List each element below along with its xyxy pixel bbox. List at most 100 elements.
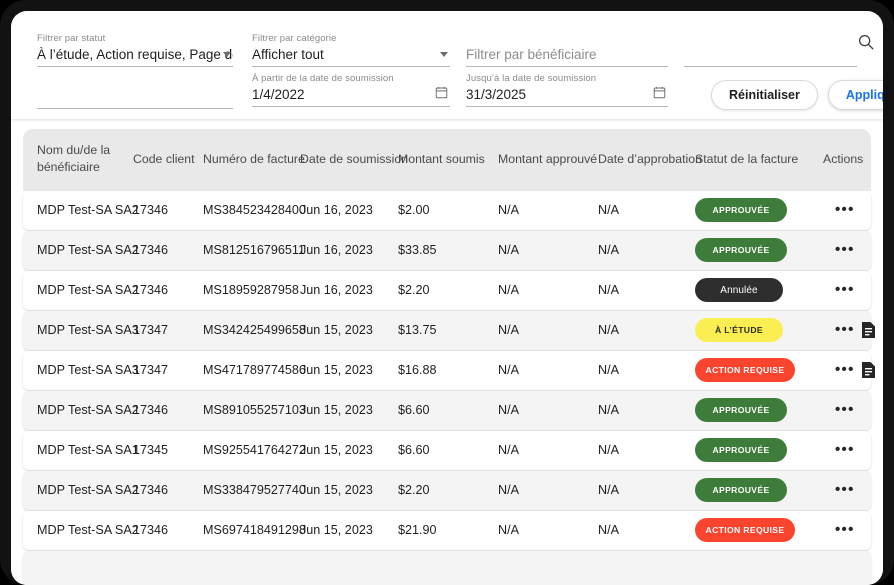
- status-badge[interactable]: Annulée: [695, 278, 783, 302]
- cell-submission-date: Jun 15, 2023: [300, 363, 373, 377]
- filter-panel: Filtrer par statut À l’étude, Action req…: [11, 11, 883, 119]
- cell-amount-approved: N/A: [498, 443, 519, 457]
- status-badge[interactable]: ACTION REQUISE: [695, 518, 795, 542]
- cell-client-code: 17347: [133, 323, 169, 337]
- cell-amount-approved: N/A: [498, 403, 519, 417]
- table-row[interactable]: MDP Test-SA SA2 17346 MS697418491298 Jun 15…: [23, 511, 871, 550]
- calendar-icon[interactable]: [653, 86, 666, 99]
- beneficiary-filter-input[interactable]: Filtrer par bénéficiaire: [466, 33, 668, 67]
- table-row[interactable]: MDP Test-SA SA3 17347 MS471789774586 Jun 15…: [23, 351, 875, 390]
- column-header-actions: Actions: [823, 152, 864, 166]
- cell-beneficiary-name: MDP Test-SA SA3: [37, 363, 139, 377]
- cell-invoice-number: MS384523428400: [203, 203, 306, 217]
- cell-approval-date: N/A: [598, 483, 619, 497]
- cell-beneficiary-name: MDP Test-SA SA2: [37, 523, 139, 537]
- cell-approval-date: N/A: [598, 323, 619, 337]
- cell-submission-date: Jun 16, 2023: [300, 243, 373, 257]
- apply-button[interactable]: Appliquer: [827, 80, 883, 110]
- cell-amount-submitted: $21.90: [398, 523, 437, 537]
- cell-invoice-number: MS891055257103: [203, 403, 306, 417]
- cell-amount-approved: N/A: [498, 243, 519, 257]
- reset-button[interactable]: Réinitialiser: [711, 80, 818, 110]
- cell-client-code: 17346: [133, 243, 169, 257]
- cell-amount-submitted: $16.88: [398, 363, 437, 377]
- table-row[interactable]: MDP Test-SA SA2 17346 MS18959287958 Jun 16,…: [23, 271, 871, 310]
- cell-amount-submitted: $2.20: [398, 283, 430, 297]
- cell-amount-approved: N/A: [498, 483, 519, 497]
- column-header-amount-submitted: Montant soumis: [398, 152, 485, 166]
- status-badge[interactable]: APPROUVÉE: [695, 438, 787, 462]
- date-from-field[interactable]: À partir de la date de soumission 1/4/20…: [252, 73, 450, 107]
- table-row[interactable]: [23, 551, 871, 585]
- cell-invoice-number: MS471789774586: [203, 363, 306, 377]
- date-from-label: À partir de la date de soumission: [252, 73, 394, 84]
- document-icon[interactable]: [861, 321, 876, 339]
- calendar-icon[interactable]: [435, 86, 448, 99]
- invoice-table: Nom du/de la bénéficiaire Code client Nu…: [11, 129, 883, 585]
- column-header-invoice-number: Numéro de facture: [203, 152, 305, 166]
- cell-submission-date: Jun 15, 2023: [300, 403, 373, 417]
- cell-approval-date: N/A: [598, 203, 619, 217]
- table-row[interactable]: MDP Test-SA SA1 17345 MS925541764272 Jun 15…: [23, 431, 871, 470]
- category-filter-select[interactable]: Filtrer par catégorie Afficher tout: [252, 33, 450, 67]
- beneficiary-filter-placeholder: Filtrer par bénéficiaire: [466, 47, 597, 62]
- status-badge[interactable]: APPROUVÉE: [695, 398, 787, 422]
- date-to-label: Jusqu’à la date de soumission: [466, 73, 597, 84]
- table-body: MDP Test-SA SA2 17346 MS384523428400 Jun 16…: [11, 191, 883, 585]
- search-icon[interactable]: [857, 33, 875, 51]
- status-badge[interactable]: ACTION REQUISE: [695, 358, 795, 382]
- search-input[interactable]: [684, 33, 857, 67]
- row-actions-menu-button[interactable]: •••: [835, 362, 855, 377]
- table-row[interactable]: MDP Test-SA SA2 17346 MS384523428400 Jun 16…: [23, 191, 871, 230]
- row-actions-menu-button[interactable]: •••: [835, 202, 855, 217]
- cell-amount-approved: N/A: [498, 323, 519, 337]
- cell-submission-date: Jun 15, 2023: [300, 323, 373, 337]
- cell-beneficiary-name: MDP Test-SA SA2: [37, 203, 139, 217]
- row-actions-menu-button[interactable]: •••: [835, 442, 855, 457]
- secondary-filter-input[interactable]: [37, 75, 233, 109]
- cell-client-code: 17347: [133, 363, 169, 377]
- status-badge[interactable]: APPROUVÉE: [695, 478, 787, 502]
- cell-beneficiary-name: MDP Test-SA SA1: [37, 443, 139, 457]
- row-actions-menu-button[interactable]: •••: [835, 402, 855, 417]
- cell-submission-date: Jun 15, 2023: [300, 483, 373, 497]
- row-actions-menu-button[interactable]: •••: [835, 242, 855, 257]
- cell-amount-approved: N/A: [498, 203, 519, 217]
- row-actions-menu-button[interactable]: •••: [835, 522, 855, 537]
- table-row[interactable]: MDP Test-SA SA2 17346 MS891055257103 Jun 15…: [23, 391, 871, 430]
- cell-invoice-number: MS338479527740: [203, 483, 306, 497]
- cell-submission-date: Jun 16, 2023: [300, 283, 373, 297]
- cell-client-code: 17346: [133, 203, 169, 217]
- cell-amount-approved: N/A: [498, 283, 519, 297]
- row-actions-menu-button[interactable]: •••: [835, 282, 855, 297]
- status-badge[interactable]: APPROUVÉE: [695, 198, 787, 222]
- table-header-row: Nom du/de la bénéficiaire Code client Nu…: [23, 129, 871, 191]
- column-header-amount-approved: Montant approuvé: [498, 152, 598, 166]
- column-header-beneficiary: Nom du/de la bénéficiaire: [37, 143, 111, 174]
- status-badge[interactable]: À L’ÉTUDE: [695, 318, 783, 342]
- row-actions-menu-button[interactable]: •••: [835, 482, 855, 497]
- cell-client-code: 17346: [133, 283, 169, 297]
- date-from-value: 1/4/2022: [252, 87, 305, 102]
- cell-approval-date: N/A: [598, 523, 619, 537]
- status-filter-select[interactable]: Filtrer par statut À l’étude, Action req…: [37, 33, 233, 67]
- cell-amount-submitted: $33.85: [398, 243, 437, 257]
- cell-invoice-number: MS697418491298: [203, 523, 306, 537]
- status-badge[interactable]: APPROUVÉE: [695, 238, 787, 262]
- table-row[interactable]: MDP Test-SA SA2 17346 MS812516796511 Jun 16…: [23, 231, 871, 270]
- document-icon[interactable]: [861, 361, 876, 379]
- chevron-down-icon: [223, 52, 231, 57]
- status-filter-value: À l’étude, Action requise, Page de couve…: [37, 47, 233, 62]
- cell-amount-submitted: $13.75: [398, 323, 437, 337]
- table-row[interactable]: MDP Test-SA SA2 17346 MS338479527740 Jun 15…: [23, 471, 871, 510]
- cell-approval-date: N/A: [598, 243, 619, 257]
- cell-submission-date: Jun 16, 2023: [300, 203, 373, 217]
- cell-amount-submitted: $2.20: [398, 483, 430, 497]
- date-to-value: 31/3/2025: [466, 87, 527, 102]
- cell-invoice-number: MS18959287958: [203, 283, 299, 297]
- table-row[interactable]: MDP Test-SA SA3 17347 MS342425499658 Jun 15…: [23, 311, 875, 350]
- category-filter-value: Afficher tout: [252, 47, 324, 62]
- date-to-field[interactable]: Jusqu’à la date de soumission 31/3/2025: [466, 73, 668, 107]
- row-actions-menu-button[interactable]: •••: [835, 322, 855, 337]
- cell-approval-date: N/A: [598, 283, 619, 297]
